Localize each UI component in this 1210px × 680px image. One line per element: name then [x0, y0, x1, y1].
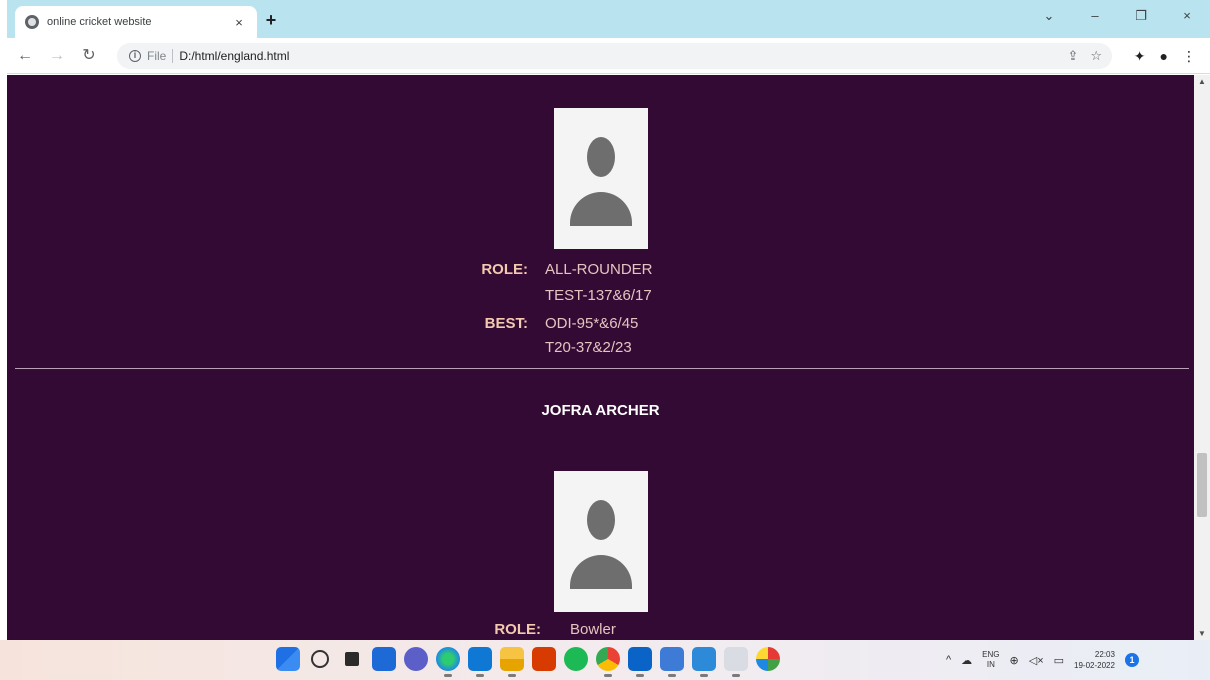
calculator-icon[interactable]	[660, 647, 684, 677]
lang-code: ENG	[982, 650, 1000, 659]
best-odi-value: ODI-95*&6/45	[545, 315, 639, 332]
avatar-body-icon	[570, 555, 632, 589]
network-globe-icon[interactable]: ⊕	[1010, 654, 1019, 667]
best-label: BEST:	[484, 315, 528, 332]
player-photo-placeholder	[554, 108, 648, 249]
player-name: JOFRA ARCHER	[541, 402, 660, 419]
volume-icon[interactable]: ◁×	[1029, 654, 1044, 667]
browser-toolbar: ← → ↻ i File D:/html/england.html ⇪ ☆ ✦ …	[7, 38, 1210, 74]
player-divider	[15, 368, 1189, 369]
taskbar-pinned-apps	[276, 647, 780, 677]
minimize-button[interactable]: –	[1072, 0, 1118, 32]
mail-icon[interactable]	[628, 647, 652, 677]
vscode-icon[interactable]	[692, 647, 716, 677]
address-bar[interactable]: i File D:/html/england.html ⇪ ☆	[117, 43, 1112, 69]
tab-close-button[interactable]: ×	[231, 15, 247, 30]
paint-icon[interactable]	[756, 647, 780, 671]
file-explorer-icon[interactable]	[500, 647, 524, 677]
store-icon[interactable]	[468, 647, 492, 677]
notepad-icon[interactable]	[724, 647, 748, 677]
profile-avatar-icon[interactable]: ●	[1160, 48, 1168, 64]
browser-tab-strip: online cricket website × + ⌄ – ❐ ×	[7, 0, 1210, 38]
vertical-scrollbar[interactable]: ▲ ▼	[1194, 75, 1210, 640]
battery-icon[interactable]: ▭	[1054, 654, 1064, 667]
scroll-down-arrow-icon[interactable]: ▼	[1194, 629, 1210, 638]
url-scheme: File	[147, 49, 167, 63]
url-text: D:/html/england.html	[179, 49, 290, 63]
avatar-head-icon	[587, 137, 615, 177]
role-value: ALL-ROUNDER	[545, 261, 653, 278]
cloud-icon[interactable]: ☁	[961, 654, 972, 667]
scroll-thumb[interactable]	[1197, 453, 1207, 517]
chevron-up-icon[interactable]: ^	[946, 654, 951, 666]
role-label: ROLE:	[481, 261, 528, 278]
new-tab-button[interactable]: +	[260, 9, 282, 31]
role-value: Bowler	[570, 621, 616, 638]
globe-icon	[25, 15, 39, 29]
omnibox-actions: ⇪ ☆	[1067, 43, 1102, 69]
reload-button[interactable]: ↻	[75, 42, 103, 70]
clock-time: 22:03	[1094, 650, 1115, 659]
role-label: ROLE:	[494, 621, 541, 638]
url-separator	[172, 49, 174, 63]
widgets-icon[interactable]	[372, 647, 396, 671]
bookmark-star-icon[interactable]: ☆	[1090, 48, 1102, 64]
best-test-value: TEST-137&6/17	[545, 287, 652, 304]
maximize-button[interactable]: ❐	[1118, 0, 1164, 32]
task-view-icon[interactable]	[345, 652, 359, 666]
tab-search-dropdown-button[interactable]: ⌄	[1026, 0, 1072, 32]
edge-icon[interactable]	[436, 647, 460, 677]
info-icon[interactable]: i	[129, 50, 141, 62]
clock-date: 19-02-2022	[1074, 661, 1115, 670]
scroll-up-arrow-icon[interactable]: ▲	[1194, 77, 1210, 86]
back-button[interactable]: ←	[11, 42, 39, 70]
system-tray: ^ ☁ ENG IN ⊕ ◁× ▭ 22:03 19-02-2022 1	[946, 645, 1139, 675]
page-viewport: ROLE: ALL-ROUNDER TEST-137&6/17 BEST: OD…	[7, 75, 1194, 640]
search-icon[interactable]	[311, 650, 329, 668]
tab-title: online cricket website	[47, 16, 152, 28]
close-window-button[interactable]: ×	[1164, 0, 1210, 32]
menu-kebab-icon[interactable]: ⋮	[1182, 48, 1196, 65]
avatar-head-icon	[587, 500, 615, 540]
input-language-indicator[interactable]: ENG IN	[982, 650, 999, 670]
extensions-puzzle-icon[interactable]: ✦	[1134, 48, 1146, 65]
share-icon[interactable]: ⇪	[1067, 48, 1078, 64]
best-t20-value: T20-37&2/23	[545, 339, 632, 356]
windows-taskbar: ^ ☁ ENG IN ⊕ ◁× ▭ 22:03 19-02-2022 1	[0, 640, 1210, 680]
forward-button[interactable]: →	[43, 42, 71, 70]
chrome-icon[interactable]	[596, 647, 620, 677]
window-left-edge	[0, 0, 7, 680]
browser-tab[interactable]: online cricket website ×	[15, 6, 257, 38]
window-controls: ⌄ – ❐ ×	[1026, 0, 1210, 32]
player-photo-placeholder	[554, 471, 648, 612]
start-icon[interactable]	[276, 647, 300, 671]
spotify-icon[interactable]	[564, 647, 588, 671]
avatar-body-icon	[570, 192, 632, 226]
lang-region: IN	[986, 660, 995, 669]
clock[interactable]: 22:03 19-02-2022	[1074, 649, 1115, 671]
notification-badge[interactable]: 1	[1124, 653, 1139, 667]
extension-area: ✦ ● ⋮	[1134, 43, 1196, 69]
chat-icon[interactable]	[404, 647, 428, 671]
office-icon[interactable]	[532, 647, 556, 671]
